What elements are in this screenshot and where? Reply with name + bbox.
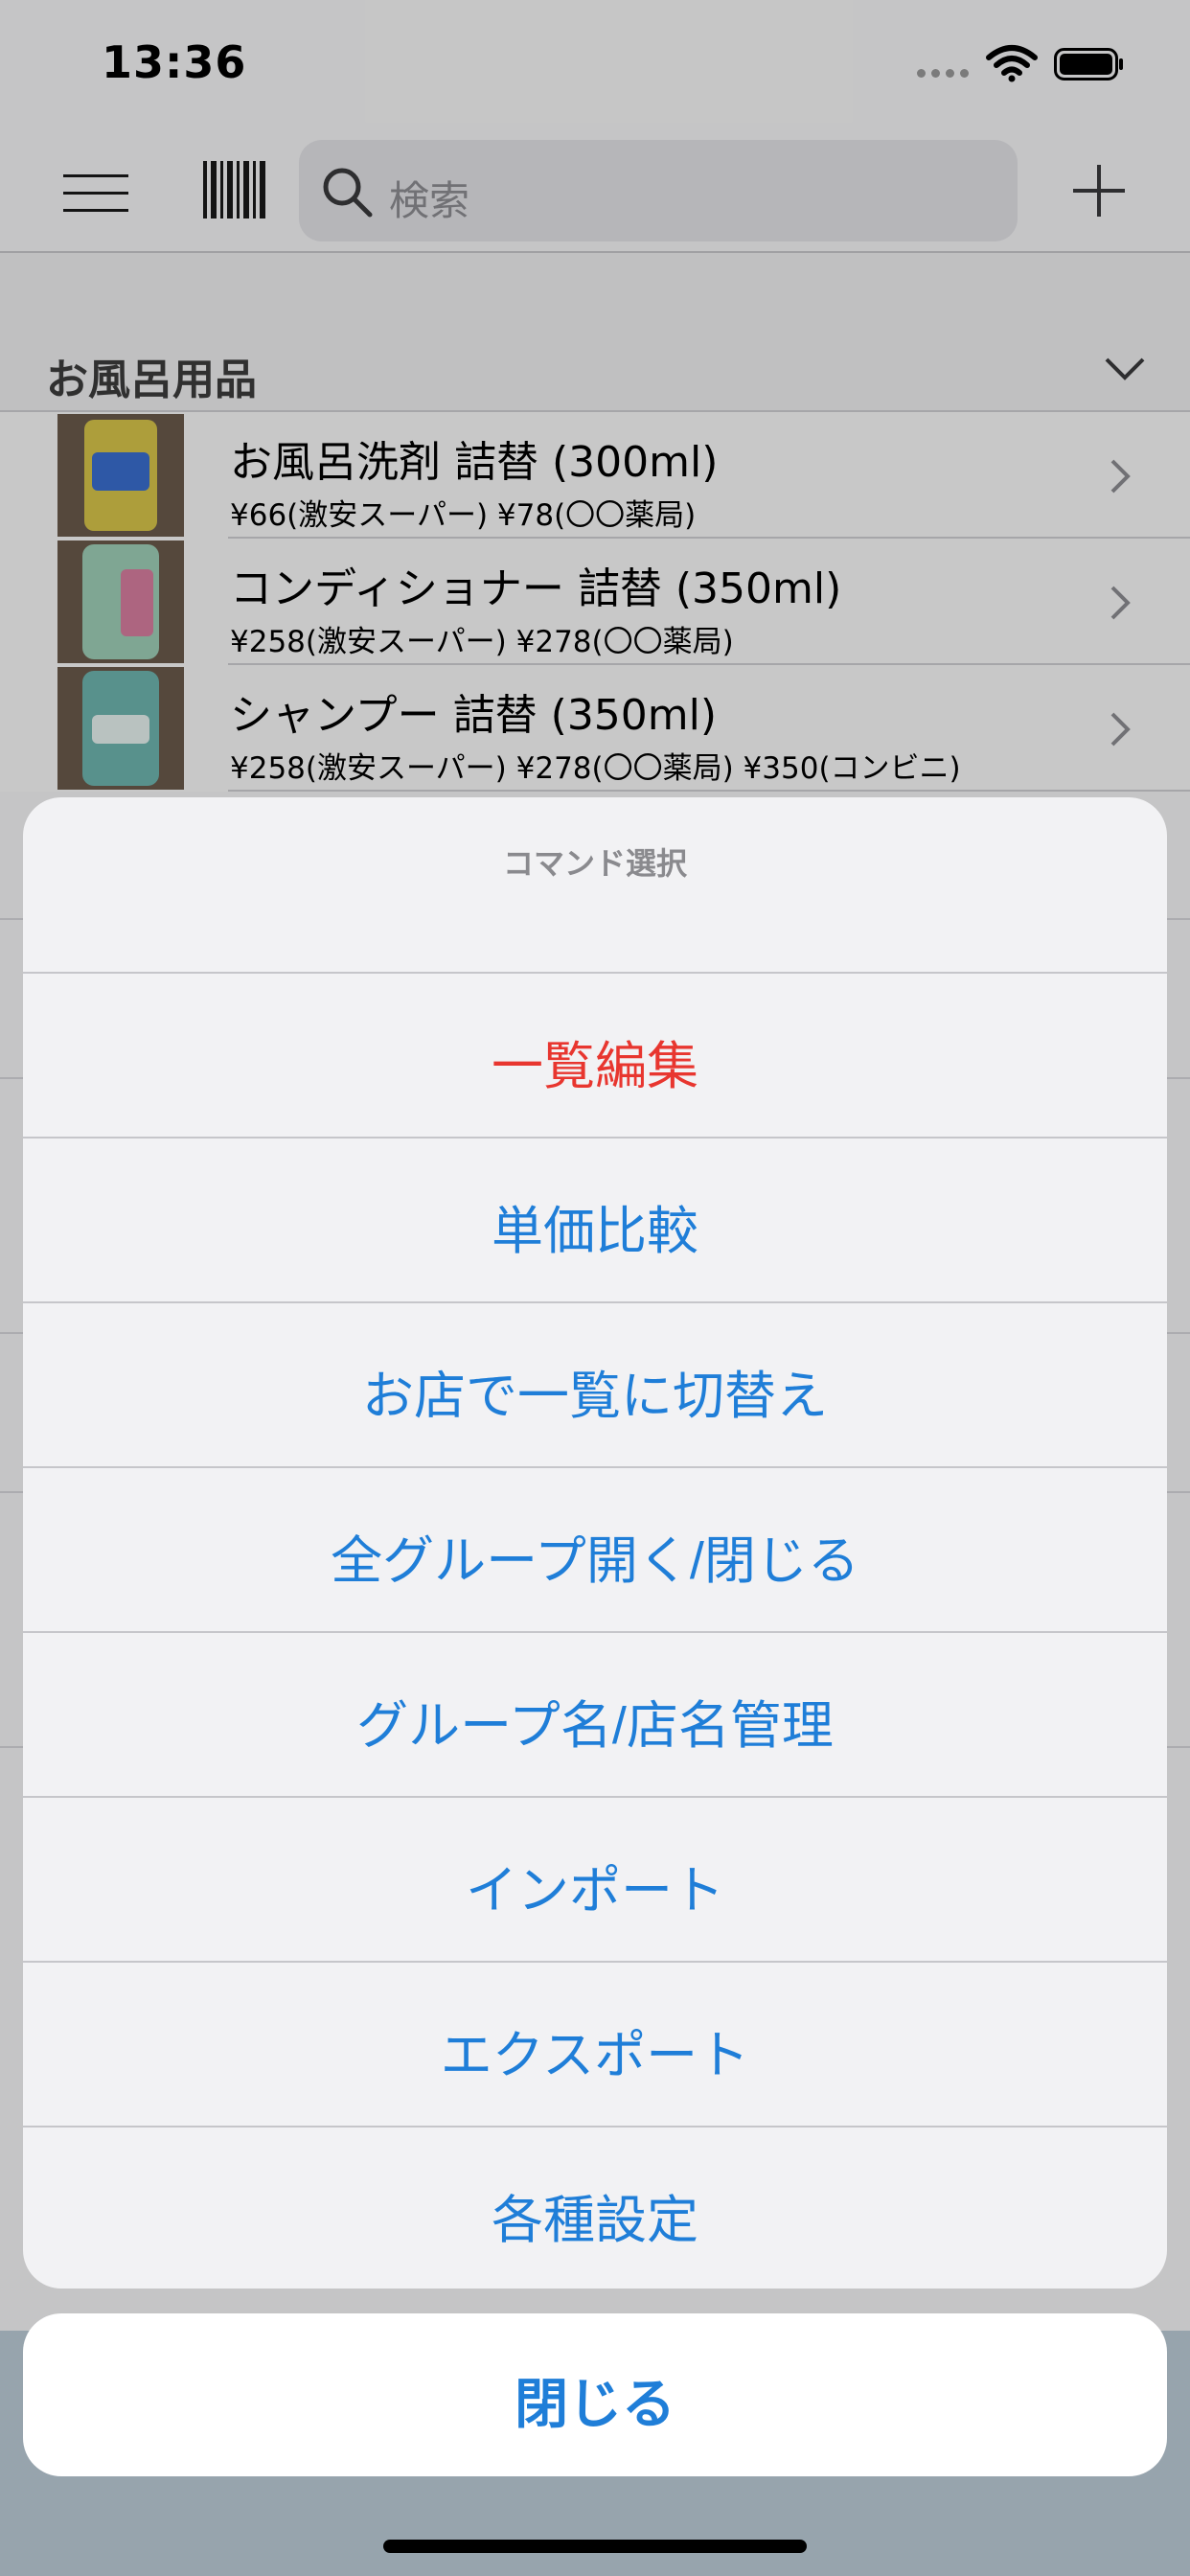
close-button[interactable]: 閉じる xyxy=(23,2313,1167,2476)
close-label: 閉じる xyxy=(515,2374,675,2434)
action-label: 各種設定 xyxy=(492,2192,698,2249)
action-label: お店で一覧に切替え xyxy=(362,1368,828,1425)
action-sheet-header: コマンド選択 xyxy=(23,797,1167,972)
unit-price-compare-button[interactable]: 単価比較 xyxy=(23,1137,1167,1301)
switch-to-store-list-button[interactable]: お店で一覧に切替え xyxy=(23,1301,1167,1466)
action-label: 全グループ開く/閉じる xyxy=(331,1532,859,1590)
import-button[interactable]: インポート xyxy=(23,1796,1167,1961)
toggle-all-groups-button[interactable]: 全グループ開く/閉じる xyxy=(23,1466,1167,1631)
manage-group-store-names-button[interactable]: グループ名/店名管理 xyxy=(23,1631,1167,1796)
action-sheet-title: コマンド選択 xyxy=(502,845,687,882)
export-button[interactable]: エクスポート xyxy=(23,1961,1167,2126)
action-label: インポート xyxy=(466,1862,724,1920)
settings-button[interactable]: 各種設定 xyxy=(23,2126,1167,2288)
edit-list-button[interactable]: 一覧編集 xyxy=(23,972,1167,1137)
action-label: グループ名/店名管理 xyxy=(356,1697,834,1755)
action-label: エクスポート xyxy=(440,2027,750,2084)
action-label: 一覧編集 xyxy=(492,1038,698,1095)
action-sheet: コマンド選択 一覧編集 単価比較 お店で一覧に切替え 全グループ開く/閉じる グ… xyxy=(23,797,1167,2288)
action-label: 単価比較 xyxy=(492,1203,698,1260)
home-indicator[interactable] xyxy=(383,2540,807,2553)
